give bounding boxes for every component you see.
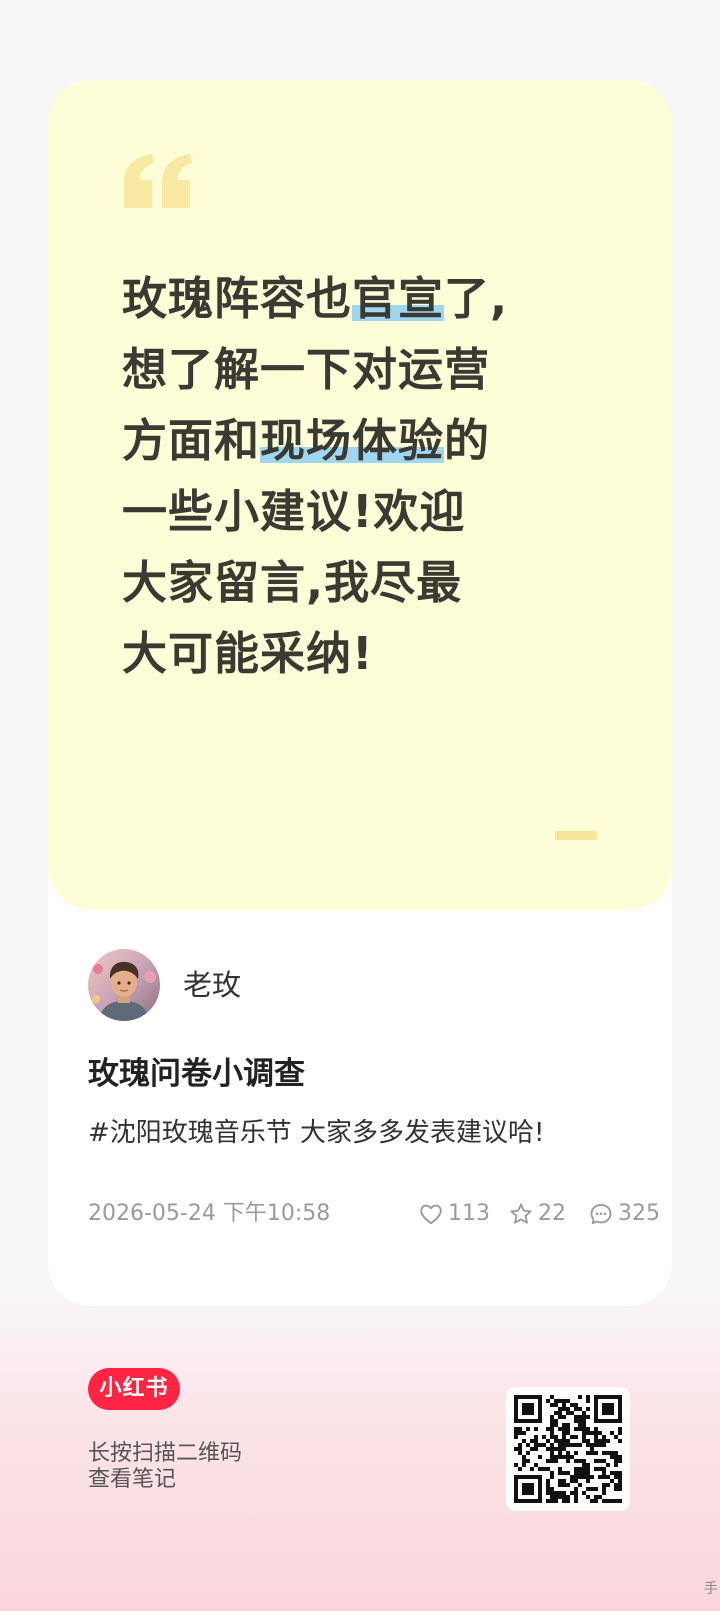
quote-panel: 玫瑰阵容也官宣了, 想了解一下对运营 方面和现场体验的一些小建议!欢迎 大家留言,我尽… — [48, 80, 672, 910]
quote-segment: 玫瑰阵容也 — [122, 272, 353, 325]
note-share-card: 玫瑰阵容也官宣了, 想了解一下对运营 方面和现场体验的一些小建议!欢迎 大家留言,我尽… — [48, 80, 672, 1306]
avatar-icon — [88, 949, 160, 1021]
quote-segment: 大家留言,我尽最 — [122, 556, 463, 609]
corner-glyph: 手 — [704, 1581, 718, 1597]
qr-code-icon — [514, 1395, 622, 1503]
quote-highlight: 现场体验 — [260, 414, 445, 467]
note-title: 玫瑰问卷小调查 — [88, 1056, 305, 1092]
author-name[interactable]: 老玫 — [183, 966, 241, 1004]
quote-highlight: 官宣 — [352, 272, 445, 325]
post-date: 2026-05-24 下午10:58 — [88, 1201, 331, 1226]
decorative-dash — [555, 831, 597, 840]
comment-icon — [590, 1203, 612, 1225]
heart-icon — [420, 1204, 442, 1225]
quote-segment: 了, — [444, 272, 509, 325]
collect-count-value: 22 — [538, 1201, 566, 1226]
xiaohongshu-logo: 小红书 — [88, 1368, 180, 1410]
like-count[interactable]: 113 — [418, 1198, 490, 1230]
quote-segment: 方面和 — [122, 414, 261, 467]
collect-count[interactable]: 22 — [508, 1198, 566, 1230]
star-icon — [510, 1203, 532, 1224]
comment-count-value: 325 — [618, 1201, 660, 1226]
quote-text: 玫瑰阵容也官宣了, 想了解一下对运营 方面和现场体验的一些小建议!欢迎 大家留言,我尽… — [122, 263, 602, 689]
scan-hint-line-1: 长按扫描二维码 — [88, 1441, 243, 1466]
quote-segment: 想了解一下对运营 — [122, 343, 491, 396]
quote-segment: 大可能采纳! — [122, 627, 374, 680]
author-avatar[interactable] — [88, 949, 160, 1021]
scan-hint: 长按扫描二维码 查看笔记 — [88, 1441, 242, 1493]
scan-hint-line-2: 查看笔记 — [88, 1467, 177, 1492]
quote-segment: 一些小建议!欢迎 — [122, 485, 466, 538]
like-count-value: 113 — [448, 1201, 490, 1226]
note-body: #沈阳玫瑰音乐节 大家多多发表建议哈! — [88, 1118, 545, 1148]
quote-mark-icon — [124, 154, 192, 208]
comment-count[interactable]: 325 — [588, 1198, 660, 1230]
qr-code[interactable] — [506, 1387, 630, 1511]
note-meta-row: 2026-05-24 下午10:58 113 22 325 — [88, 1196, 660, 1232]
quote-segment: 的 — [444, 414, 491, 467]
